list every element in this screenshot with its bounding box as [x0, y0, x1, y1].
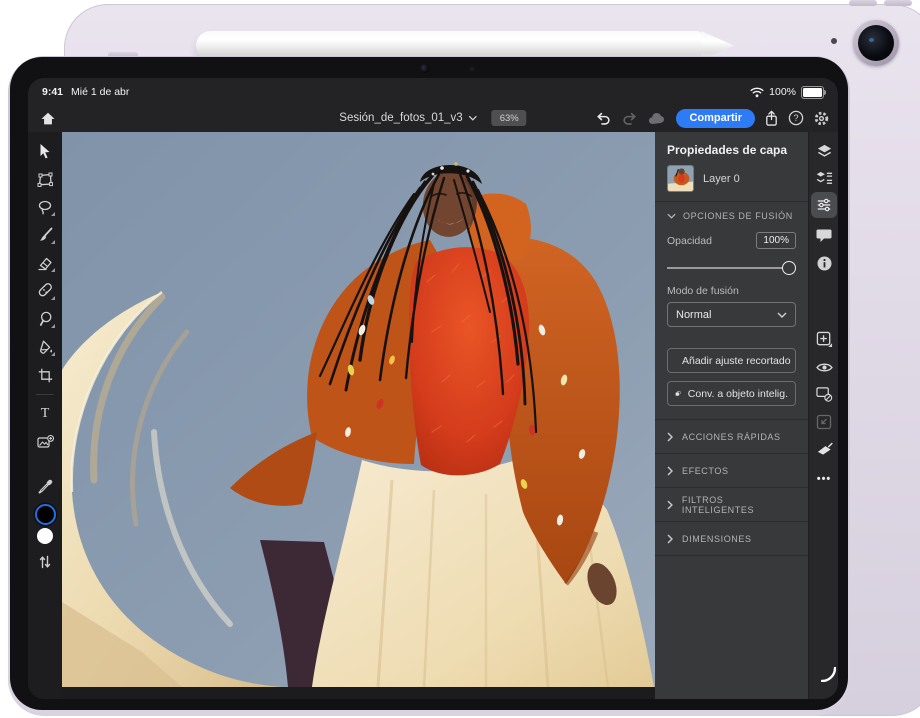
home-button[interactable]: [38, 109, 58, 127]
properties-panel-button-selected[interactable]: [811, 192, 837, 218]
document-title[interactable]: Sesión_de_fotos_01_v3: [339, 112, 462, 124]
layer-visibility-button[interactable]: [813, 356, 835, 378]
move-tool[interactable]: [35, 141, 55, 161]
tool-divider: [36, 394, 54, 395]
layer-row[interactable]: Layer 0: [655, 164, 808, 201]
undo-button[interactable]: [595, 111, 612, 126]
foreground-color-swatch[interactable]: [35, 504, 56, 525]
front-camera: [420, 64, 429, 73]
place-photo-tool[interactable]: [35, 432, 55, 452]
chevron-down-icon[interactable]: [469, 115, 478, 121]
front-sensor: [470, 67, 474, 71]
redo-button[interactable]: [621, 111, 638, 126]
chevron-right-icon: [667, 534, 673, 544]
panel-switcher-rail: •••: [808, 132, 838, 699]
battery-percent: 100%: [769, 86, 796, 98]
opacity-label: Opacidad: [667, 235, 712, 247]
chevron-down-icon: [777, 312, 787, 318]
cloud-sync-icon[interactable]: [647, 111, 667, 125]
healing-brush-tool[interactable]: [35, 281, 55, 301]
layers-panel-button[interactable]: [813, 140, 835, 162]
rear-camera-glint: [869, 38, 874, 42]
blend-mode-value: Normal: [676, 309, 711, 321]
section-smart-filters[interactable]: FILTROS INTELIGENTES: [655, 488, 808, 522]
blend-mode-dropdown[interactable]: Normal: [667, 302, 796, 327]
share-button[interactable]: Compartir: [676, 109, 755, 128]
canvas-area: [62, 132, 655, 699]
info-panel-button[interactable]: [813, 252, 835, 274]
add-clipped-adjustment-button[interactable]: Añadir ajuste recortado: [667, 348, 796, 373]
settings-gear-icon[interactable]: [813, 110, 830, 127]
brush-tool[interactable]: [35, 225, 55, 245]
help-button[interactable]: ?: [788, 110, 804, 126]
smart-object-icon: [675, 387, 681, 400]
blend-options-header[interactable]: OPCIONES DE FUSIÓN: [655, 202, 808, 228]
corner-swipe-indicator[interactable]: [821, 667, 836, 687]
blend-options-label: OPCIONES DE FUSIÓN: [683, 211, 793, 221]
svg-text:?: ?: [793, 113, 798, 123]
tool-rail: T: [28, 132, 62, 699]
rear-microphone: [831, 38, 837, 44]
clone-stamp-tool[interactable]: [35, 309, 55, 329]
app-screen: 9:41 Mié 1 de abr 100% Sesión_de_fotos_0…: [28, 78, 838, 699]
add-layer-button[interactable]: [813, 328, 835, 350]
panel-sections: ACCIONES RÁPIDAS EFECTOS FILTROS INTELIG…: [655, 419, 808, 556]
battery-icon: [801, 86, 824, 99]
more-options-button[interactable]: •••: [813, 468, 835, 490]
section-quick-actions[interactable]: ACCIONES RÁPIDAS: [655, 420, 808, 454]
section-dimensions[interactable]: DIMENSIONES: [655, 522, 808, 556]
zoom-level-badge[interactable]: 63%: [492, 110, 527, 126]
layer-name: Layer 0: [703, 173, 740, 185]
blend-mode-label: Modo de fusión: [655, 276, 808, 302]
layer-filter-button[interactable]: [813, 167, 835, 189]
opacity-slider[interactable]: [667, 261, 796, 274]
fill-tool[interactable]: [35, 337, 55, 357]
eraser-tool[interactable]: [35, 253, 55, 273]
date: Mié 1 de abr: [71, 86, 129, 98]
slider-knob[interactable]: [782, 261, 796, 275]
place-embedded-button[interactable]: [813, 411, 835, 433]
clean-brush-button[interactable]: [813, 438, 835, 460]
lasso-tool[interactable]: [35, 197, 55, 217]
clock: 9:41: [42, 86, 63, 98]
chevron-right-icon: [667, 500, 673, 510]
chevron-right-icon: [667, 466, 673, 476]
swap-colors-button[interactable]: [35, 552, 55, 572]
mask-visibility-button[interactable]: [813, 383, 835, 405]
eyedropper-tool[interactable]: [35, 476, 55, 496]
canvas-photo[interactable]: [62, 132, 655, 687]
panel-title: Propiedades de capa: [655, 132, 808, 164]
section-effects[interactable]: EFECTOS: [655, 454, 808, 488]
chevron-right-icon: [667, 432, 673, 442]
chevron-down-icon: [667, 213, 676, 219]
comments-panel-button[interactable]: [813, 224, 835, 246]
transform-tool[interactable]: [35, 169, 55, 189]
background-color-swatch[interactable]: [37, 528, 53, 544]
status-bar: 9:41 Mié 1 de abr 100%: [28, 78, 838, 104]
layer-properties-panel: Propiedades de capa Layer 0 OPCIONES DE …: [655, 132, 808, 699]
opacity-value-field[interactable]: 100%: [756, 232, 796, 249]
crop-tool[interactable]: [35, 365, 55, 385]
volume-button: [884, 0, 912, 6]
layer-thumbnail: [667, 165, 694, 192]
export-icon[interactable]: [764, 110, 779, 127]
rear-camera-lens: [858, 25, 894, 61]
slider-track: [667, 267, 796, 269]
convert-smart-object-button[interactable]: Conv. a objeto intelig.: [667, 381, 796, 406]
volume-button: [849, 0, 877, 6]
type-tool[interactable]: T: [35, 404, 55, 424]
wifi-icon: [750, 87, 764, 98]
